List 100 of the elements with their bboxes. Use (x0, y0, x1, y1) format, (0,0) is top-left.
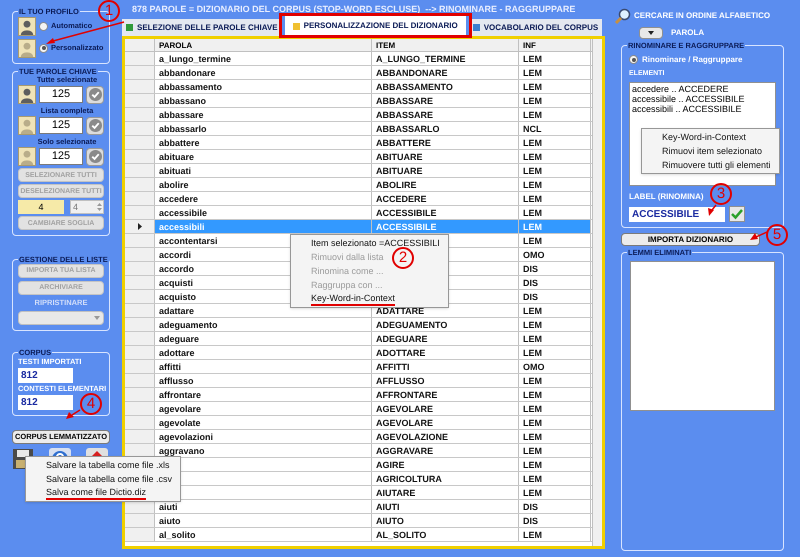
table-cell: LEM (519, 80, 591, 93)
table-cell: LEM (519, 94, 591, 107)
table-cell: AGEVOLARE (372, 416, 519, 429)
table-cell: ABBASSARLO (372, 122, 519, 135)
table-cell: OMO (519, 360, 591, 373)
table-cell: ABOLIRE (372, 178, 519, 191)
table-cell: LEM (519, 332, 591, 345)
step-number: 3 (710, 183, 732, 205)
step-number: 4 (80, 393, 102, 415)
table-cell: LEM (519, 528, 591, 541)
table-cell: ACCESSIBILE (372, 206, 519, 219)
table-cell: LEM (519, 430, 591, 443)
field-label: PAROLA (671, 27, 704, 39)
table-cell: AIUTARE (372, 486, 519, 499)
table-cell: DIS (519, 500, 591, 513)
table-cell: agevolare (155, 402, 372, 415)
table-cell: DIS (519, 262, 591, 275)
table-cell: ABBATTERE (372, 136, 519, 149)
table-cell: AFFRONTARE (372, 388, 519, 401)
table-cell: DIS (519, 514, 591, 527)
table-cell: al_solito (155, 528, 372, 541)
step-number: 5 (766, 224, 788, 246)
table-cell: LEM (519, 304, 591, 317)
table-cell: LEM (519, 206, 591, 219)
table-cell: ABBASSAMENTO (372, 80, 519, 93)
table-cell: LEM (519, 136, 591, 149)
table-cell: LEM (519, 458, 591, 471)
table-cell: LEM (519, 178, 591, 191)
count-field: 812 (18, 368, 73, 383)
table-cell: abituare (155, 150, 372, 163)
table-cell: LEM (519, 486, 591, 499)
table-cell: ABITUARE (372, 164, 519, 177)
table-cell: LEM (519, 192, 591, 205)
table-cell: ACCEDERE (372, 192, 519, 205)
table-cell: LEM (519, 346, 591, 359)
window-title: 878 PAROLE = DIZIONARIO DEL CORPUS (STOP-WORD ESCLUSE) --> RINOMINARE - RAGGRUPPARE (131, 3, 576, 16)
table-cell: accessibile (155, 206, 372, 219)
search-title: CERCARE IN ORDINE ALFABETICO (634, 10, 770, 22)
table-cell: ACCESSIBILE (372, 220, 519, 233)
table-cell: AIUTI (372, 500, 519, 513)
table-cell: LEM (519, 164, 591, 177)
table-cell: agevolate (155, 416, 372, 429)
table-cell: NCL (519, 122, 591, 135)
table-cell: afflusso (155, 374, 372, 387)
table-cell: DIS (519, 276, 591, 289)
table-cell: LEM (519, 444, 591, 457)
table-cell: LEM (519, 388, 591, 401)
step-number: 2 (392, 247, 414, 269)
table-cell: LEM (519, 416, 591, 429)
table-cell: AFFITTI (372, 360, 519, 373)
table-cell: ABBASSARE (372, 108, 519, 121)
table-cell: AGRICOLTURA (372, 472, 519, 485)
table-cell: abbassarlo (155, 122, 372, 135)
step-number: 1 (98, 0, 120, 22)
table-cell: affitti (155, 360, 372, 373)
table-cell: LEM (519, 66, 591, 79)
table-cell: abbassano (155, 94, 372, 107)
table-cell: accedere (155, 192, 372, 205)
table-cell: AGEVOLAZIONE (372, 430, 519, 443)
table-cell: aiuto (155, 514, 372, 527)
table-cell: abbassamento (155, 80, 372, 93)
table-cell: abbattere (155, 136, 372, 149)
table-cell: affrontare (155, 388, 372, 401)
table-cell: A_LUNGO_TERMINE (372, 52, 519, 65)
table-cell: AFFLUSSO (372, 374, 519, 387)
table-cell: LEM (519, 472, 591, 485)
table-cell: AGGRAVARE (372, 444, 519, 457)
radio-label: Rinominare / Raggruppare (642, 54, 742, 66)
table-cell: ADOTTARE (372, 346, 519, 359)
table-cell: a_lungo_termine (155, 52, 372, 65)
table-cell: ABBANDONARE (372, 66, 519, 79)
table-cell: ABBASSARE (372, 94, 519, 107)
field-label: LABEL (RINOMINA) (629, 191, 704, 203)
table-cell: AL_SOLITO (372, 528, 519, 541)
table-cell: abituati (155, 164, 372, 177)
table-cell: DIS (519, 290, 591, 303)
table-cell: LEM (519, 374, 591, 387)
table-cell: adeguare (155, 332, 372, 345)
table-cell: adeguamento (155, 318, 372, 331)
count-field: 812 (18, 395, 73, 410)
table-cell: LEM (519, 150, 591, 163)
table-cell: LEM (519, 402, 591, 415)
table-cell: LEM (519, 108, 591, 121)
table-cell: LEM (519, 220, 591, 233)
table-cell: ABITUARE (372, 150, 519, 163)
table-cell: adottare (155, 346, 372, 359)
table-cell: abbassare (155, 108, 372, 121)
table-cell: abolire (155, 178, 372, 191)
table-cell: AGEVOLARE (372, 402, 519, 415)
table-cell: OMO (519, 248, 591, 261)
table-cell: AIUTO (372, 514, 519, 527)
table-cell: LEM (519, 234, 591, 247)
table-cell: abbandonare (155, 66, 372, 79)
table-cell: accessibili (155, 220, 372, 233)
table-cell: LEM (519, 52, 591, 65)
table-cell: ADEGUARE (372, 332, 519, 345)
table-cell: LEM (519, 318, 591, 331)
table-cell: agevolazioni (155, 430, 372, 443)
table-cell: AGIRE (372, 458, 519, 471)
table-cell: ADEGUAMENTO (372, 318, 519, 331)
